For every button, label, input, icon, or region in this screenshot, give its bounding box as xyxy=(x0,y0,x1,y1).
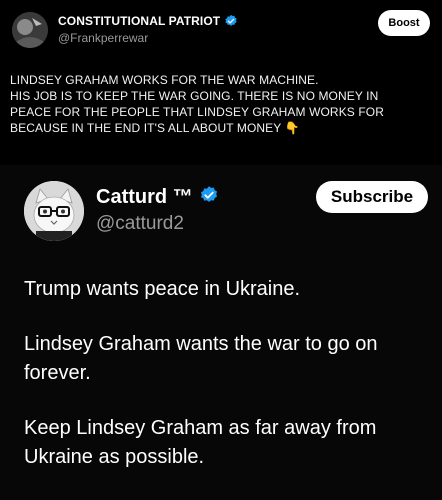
quoted-line: Trump wants peace in Ukraine. xyxy=(24,278,301,300)
quoted-line: Lindsey Graham wants the war to go on xyxy=(24,333,378,355)
quoted-display-name[interactable]: Catturd ™ xyxy=(96,186,193,209)
outer-post-text: LINDSEY GRAHAM WORKS FOR THE WAR MACHINE… xyxy=(10,72,436,136)
post-text-line: BECAUSE IN THE END IT'S ALL ABOUT MONEY … xyxy=(10,120,436,136)
post-text-line-content: BECAUSE IN THE END IT'S ALL ABOUT MONEY xyxy=(10,121,285,135)
quoted-paragraph: Lindsey Graham wants the war to go on fo… xyxy=(24,330,424,388)
pointing-down-icon: 👇 xyxy=(284,121,300,135)
quoted-name-row: Catturd ™ xyxy=(96,185,219,210)
outer-handle[interactable]: @Frankperrewar xyxy=(58,31,148,45)
quoted-line: Ukraine as possible. xyxy=(24,446,205,468)
quoted-handle[interactable]: @catturd2 xyxy=(96,213,184,235)
quoted-post-text: Trump wants peace in Ukraine. Lindsey Gr… xyxy=(24,275,424,498)
outer-name-row: CONSTITUTIONAL PATRIOT xyxy=(58,14,238,28)
quoted-line: forever. xyxy=(24,362,91,384)
outer-post-header: CONSTITUTIONAL PATRIOT @Frankperrewar Bo… xyxy=(12,10,430,50)
post-text-line: LINDSEY GRAHAM WORKS FOR THE WAR MACHINE… xyxy=(10,73,319,87)
outer-display-name[interactable]: CONSTITUTIONAL PATRIOT xyxy=(58,14,220,28)
quoted-line: Keep Lindsey Graham as far away from xyxy=(24,417,377,439)
quoted-paragraph: Trump wants peace in Ukraine. xyxy=(24,275,424,304)
quoted-paragraph: Keep Lindsey Graham as far away from Ukr… xyxy=(24,414,424,472)
quoted-post-card[interactable]: Catturd ™ @catturd2 Subscribe Trump want… xyxy=(0,165,442,500)
subscribe-button[interactable]: Subscribe xyxy=(316,181,428,213)
avatar[interactable] xyxy=(12,12,48,48)
post-text-line: PEACE FOR THE PEOPLE THAT LINDSEY GRAHAM… xyxy=(10,105,384,119)
verified-badge-icon xyxy=(224,14,238,28)
quoted-avatar[interactable] xyxy=(24,181,84,241)
boost-button[interactable]: Boost xyxy=(378,10,430,36)
verified-badge-icon xyxy=(199,185,219,210)
post-text-line: HIS JOB IS TO KEEP THE WAR GOING. THERE … xyxy=(10,89,379,103)
